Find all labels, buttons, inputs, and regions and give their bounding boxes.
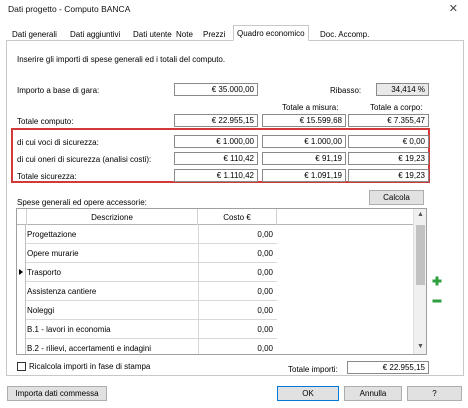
remove-row-icon[interactable] xyxy=(432,296,442,306)
oneri-sicurezza-label: di cui oneri di sicurezza (analisi costi… xyxy=(17,155,152,164)
add-row-icon[interactable] xyxy=(432,276,442,286)
totale-importi-label: Totale importi: xyxy=(288,365,338,374)
totale-sicurezza-label: Totale sicurezza: xyxy=(17,172,77,181)
row-selector[interactable] xyxy=(17,263,26,282)
ricalcola-checkbox[interactable] xyxy=(17,362,26,371)
row-descrizione[interactable]: Trasporto xyxy=(27,268,197,277)
totale-corpo-field[interactable]: € 7.355,47 xyxy=(348,114,429,127)
window-title: Dati progetto - Computo BANCA xyxy=(8,4,131,14)
totale-corpo-header: Totale a corpo: xyxy=(370,103,423,112)
tab-dati-aggiuntivi[interactable]: Dati aggiuntivi xyxy=(66,27,124,41)
grid-header: Descrizione Costo € xyxy=(17,209,426,225)
row-costo[interactable]: 0,00 xyxy=(198,301,276,320)
oneri-sicurezza-field-2[interactable]: € 91,19 xyxy=(262,152,346,165)
intro-text: Inserire gli importi di spese generali e… xyxy=(17,55,226,64)
scroll-thumb[interactable] xyxy=(416,225,425,285)
tab-dati-generali[interactable]: Dati generali xyxy=(8,27,61,41)
col-descrizione[interactable]: Descrizione xyxy=(27,209,198,225)
table-row[interactable]: B.1 - lavori in economia 0,00 xyxy=(17,320,277,339)
tab-note[interactable]: Note xyxy=(172,27,197,41)
tab-quadro-economico[interactable]: Quadro economico xyxy=(233,25,309,41)
totale-importi-field[interactable]: € 22.955,15 xyxy=(347,361,429,374)
row-descrizione[interactable]: B.1 - lavori in economia xyxy=(27,325,197,334)
oneri-sicurezza-field-3[interactable]: € 19,23 xyxy=(348,152,429,165)
row-descrizione[interactable]: Opere murarie xyxy=(27,249,197,258)
row-selector[interactable] xyxy=(17,339,26,354)
totale-misura-field[interactable]: € 15.599,68 xyxy=(262,114,346,127)
oneri-sicurezza-field-1[interactable]: € 110,42 xyxy=(174,152,258,165)
voci-sicurezza-field-2[interactable]: € 1.000,00 xyxy=(262,135,346,148)
close-icon[interactable]: ✕ xyxy=(449,2,458,15)
current-row-arrow-icon xyxy=(19,269,23,275)
table-row[interactable]: Opere murarie 0,00 xyxy=(17,244,277,263)
grid-corner xyxy=(17,209,27,225)
row-descrizione[interactable]: Progettazione xyxy=(27,230,197,239)
help-button[interactable]: ? xyxy=(407,386,462,401)
table-row[interactable]: Trasporto 0,00 xyxy=(17,263,277,282)
totale-computo-label: Totale computo: xyxy=(17,117,74,126)
tab-prezzi[interactable]: Prezzi xyxy=(199,27,229,41)
importo-field[interactable]: € 35.000,00 xyxy=(174,83,258,96)
row-costo[interactable]: 0,00 xyxy=(198,320,276,339)
importa-dati-commessa-button[interactable]: Importa dati commessa xyxy=(7,386,107,401)
ok-button[interactable]: OK xyxy=(277,386,339,401)
col-costo[interactable]: Costo € xyxy=(198,209,277,225)
table-row[interactable]: B.2 - rilievi, accertamenti e indagini 0… xyxy=(17,339,277,354)
table-row[interactable]: Progettazione 0,00 xyxy=(17,225,277,244)
row-costo[interactable]: 0,00 xyxy=(198,339,276,354)
table-row[interactable]: Noleggi 0,00 xyxy=(17,301,277,320)
row-selector[interactable] xyxy=(17,320,26,339)
scroll-down-icon[interactable]: ▼ xyxy=(417,343,424,350)
row-costo[interactable]: 0,00 xyxy=(198,263,276,282)
row-descrizione[interactable]: B.2 - rilievi, accertamenti e indagini xyxy=(27,344,197,353)
voci-sicurezza-field-3[interactable]: € 0,00 xyxy=(348,135,429,148)
grid-scrollbar[interactable]: ▲ ▼ xyxy=(413,209,426,354)
row-costo[interactable]: 0,00 xyxy=(198,282,276,301)
ribasso-field[interactable]: 34,414 % xyxy=(376,83,429,96)
row-descrizione[interactable]: Assistenza cantiere xyxy=(27,287,197,296)
row-costo[interactable]: 0,00 xyxy=(198,225,276,244)
spese-grid: Descrizione Costo € Progettazione 0,00 O… xyxy=(16,208,427,355)
scroll-up-icon[interactable]: ▲ xyxy=(417,211,424,218)
totale-sicurezza-field-1[interactable]: € 1.110,42 xyxy=(174,169,258,182)
tab-dati-utente[interactable]: Dati utente xyxy=(129,27,176,41)
totale-misura-header: Totale a misura: xyxy=(282,103,339,112)
voci-sicurezza-field-1[interactable]: € 1.000,00 xyxy=(174,135,258,148)
totale-sicurezza-field-3[interactable]: € 19,23 xyxy=(348,169,429,182)
ricalcola-label: Ricalcola importi in fase di stampa xyxy=(29,362,151,371)
totale-sicurezza-field-2[interactable]: € 1.091,19 xyxy=(262,169,346,182)
totale-computo-field[interactable]: € 22.955,15 xyxy=(174,114,258,127)
row-costo[interactable]: 0,00 xyxy=(198,244,276,263)
ribasso-label: Ribasso: xyxy=(330,86,362,95)
row-selector[interactable] xyxy=(17,244,26,263)
annulla-button[interactable]: Annulla xyxy=(344,386,402,401)
row-descrizione[interactable]: Noleggi xyxy=(27,306,197,315)
spese-label: Spese generali ed opere accessorie: xyxy=(17,198,147,207)
voci-sicurezza-label: di cui voci di sicurezza: xyxy=(17,138,99,147)
tab-doc-accomp[interactable]: Doc. Accomp. xyxy=(316,27,373,41)
row-selector[interactable] xyxy=(17,301,26,320)
row-selector[interactable] xyxy=(17,225,26,244)
calcola-button[interactable]: Calcola xyxy=(369,190,424,205)
row-selector[interactable] xyxy=(17,282,26,301)
importo-label: Importo a base di gara: xyxy=(17,86,100,95)
table-row[interactable]: Assistenza cantiere 0,00 xyxy=(17,282,277,301)
